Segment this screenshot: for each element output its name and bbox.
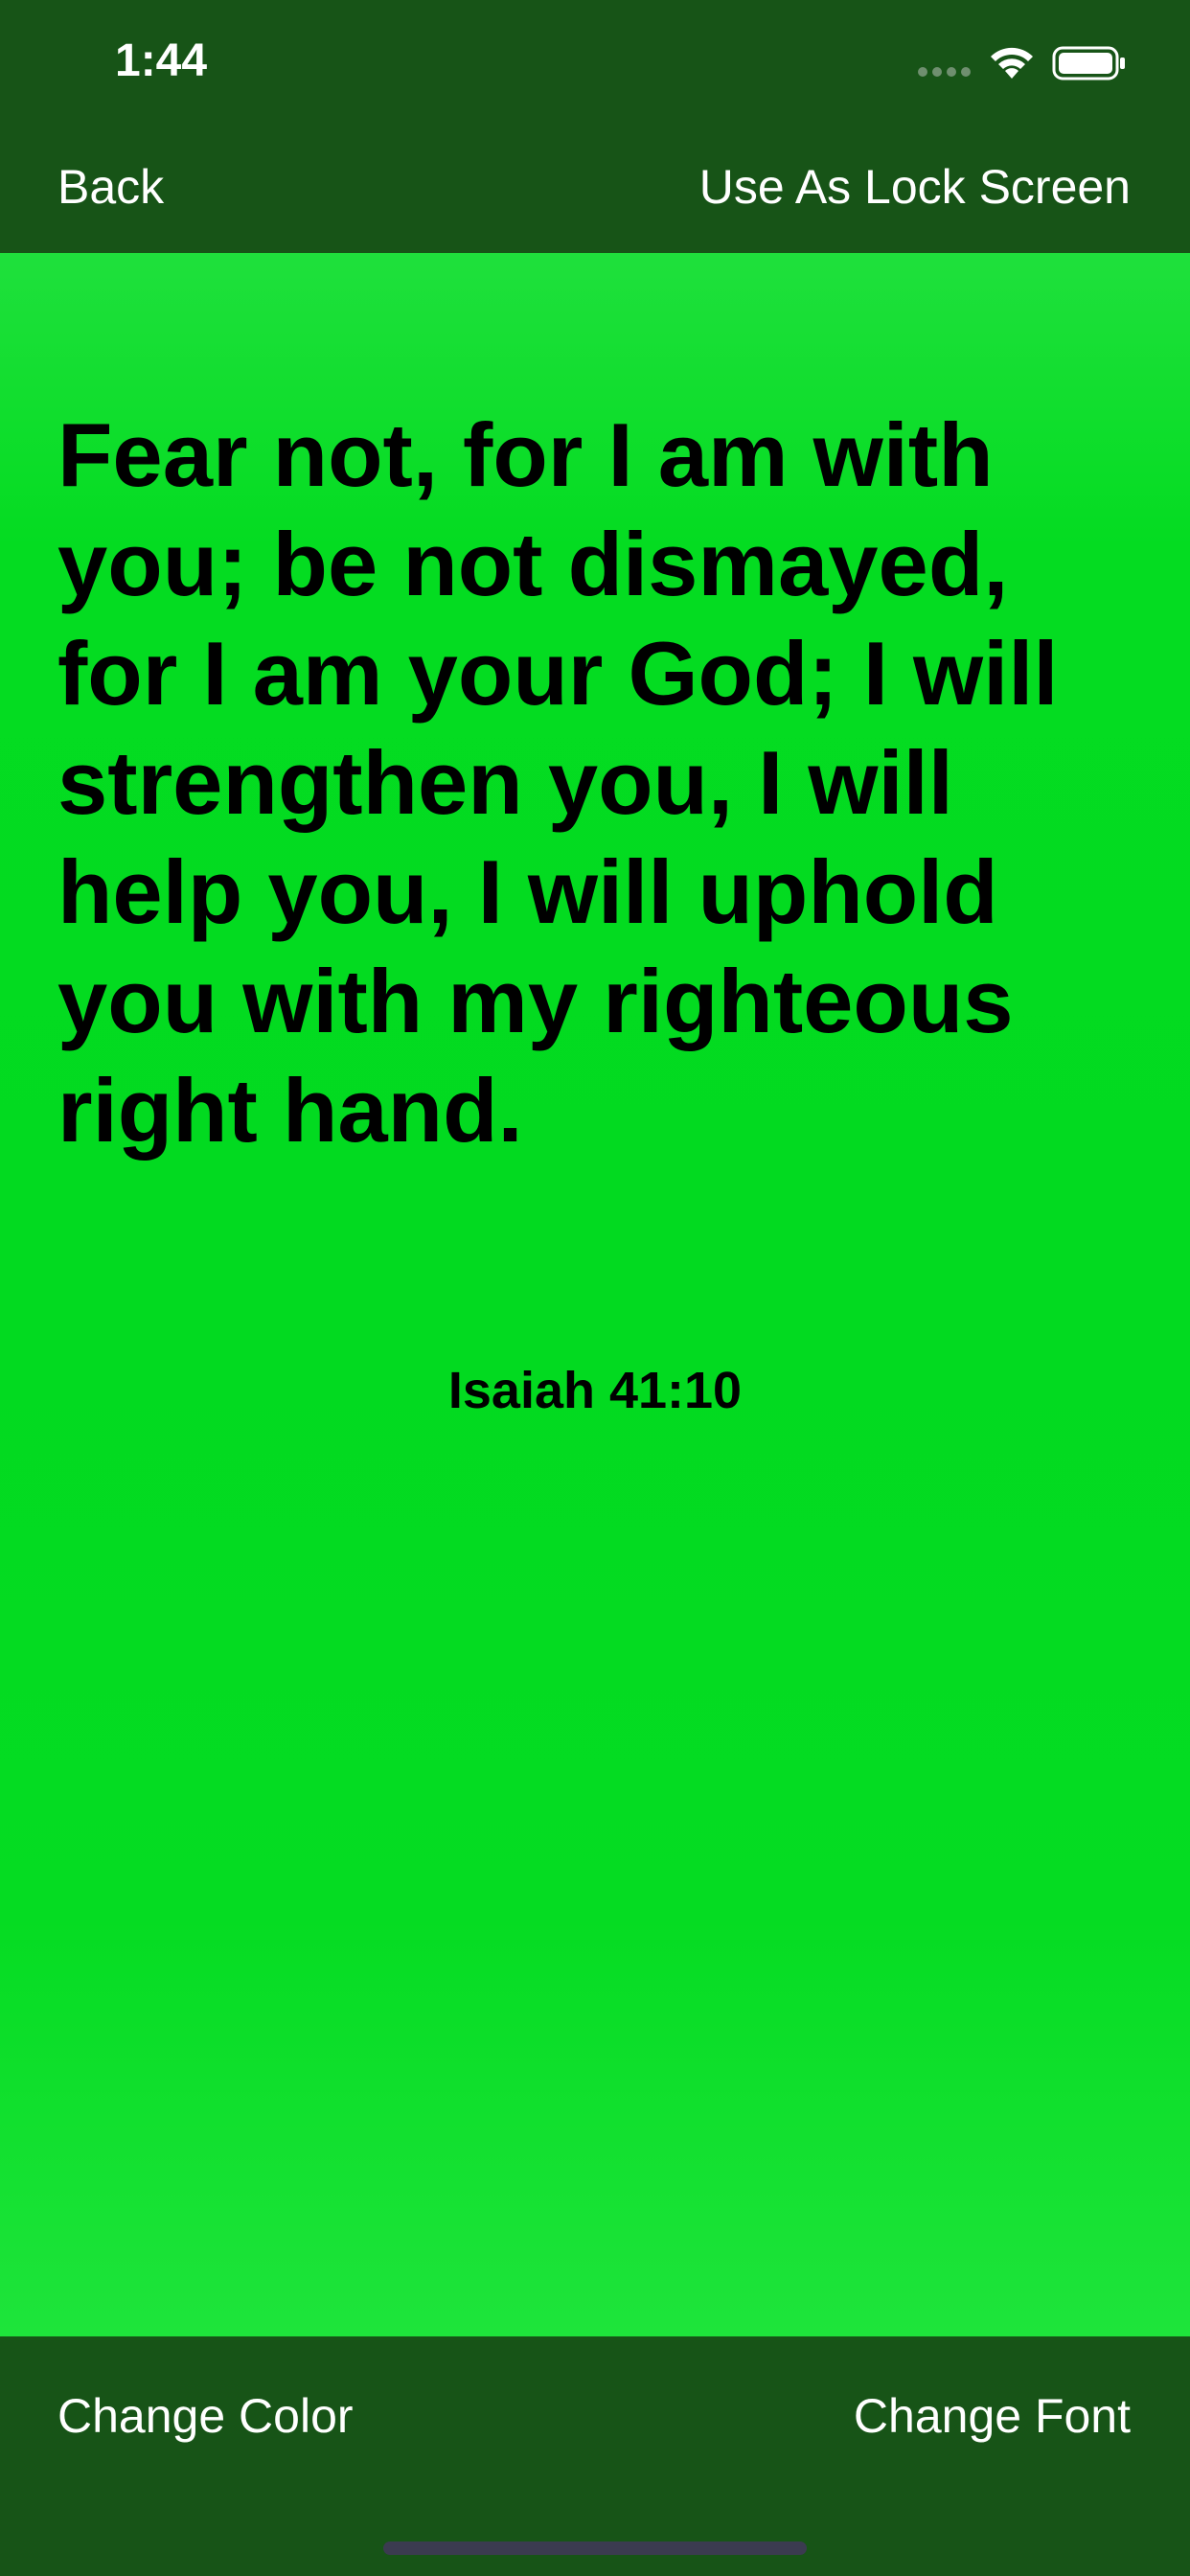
signal-dots-icon — [918, 67, 972, 80]
wifi-icon — [991, 47, 1033, 79]
home-indicator[interactable] — [383, 2542, 807, 2555]
bottom-toolbar: Change Color Change Font — [0, 2336, 1190, 2576]
verse-text: Fear not, for I am with you; be not dism… — [57, 404, 1059, 1161]
back-button[interactable]: Back — [57, 159, 164, 215]
use-as-lock-screen-button[interactable]: Use As Lock Screen — [699, 159, 1131, 215]
change-font-button[interactable]: Change Font — [854, 2388, 1131, 2444]
change-color-button[interactable]: Change Color — [57, 2388, 354, 2444]
nav-bar: Back Use As Lock Screen — [0, 134, 1190, 253]
battery-icon — [1052, 46, 1125, 80]
status-bar: 1:44 — [0, 0, 1190, 134]
status-time: 1:44 — [115, 35, 208, 86]
verse-reference: Isaiah 41:10 — [447, 1362, 743, 1419]
